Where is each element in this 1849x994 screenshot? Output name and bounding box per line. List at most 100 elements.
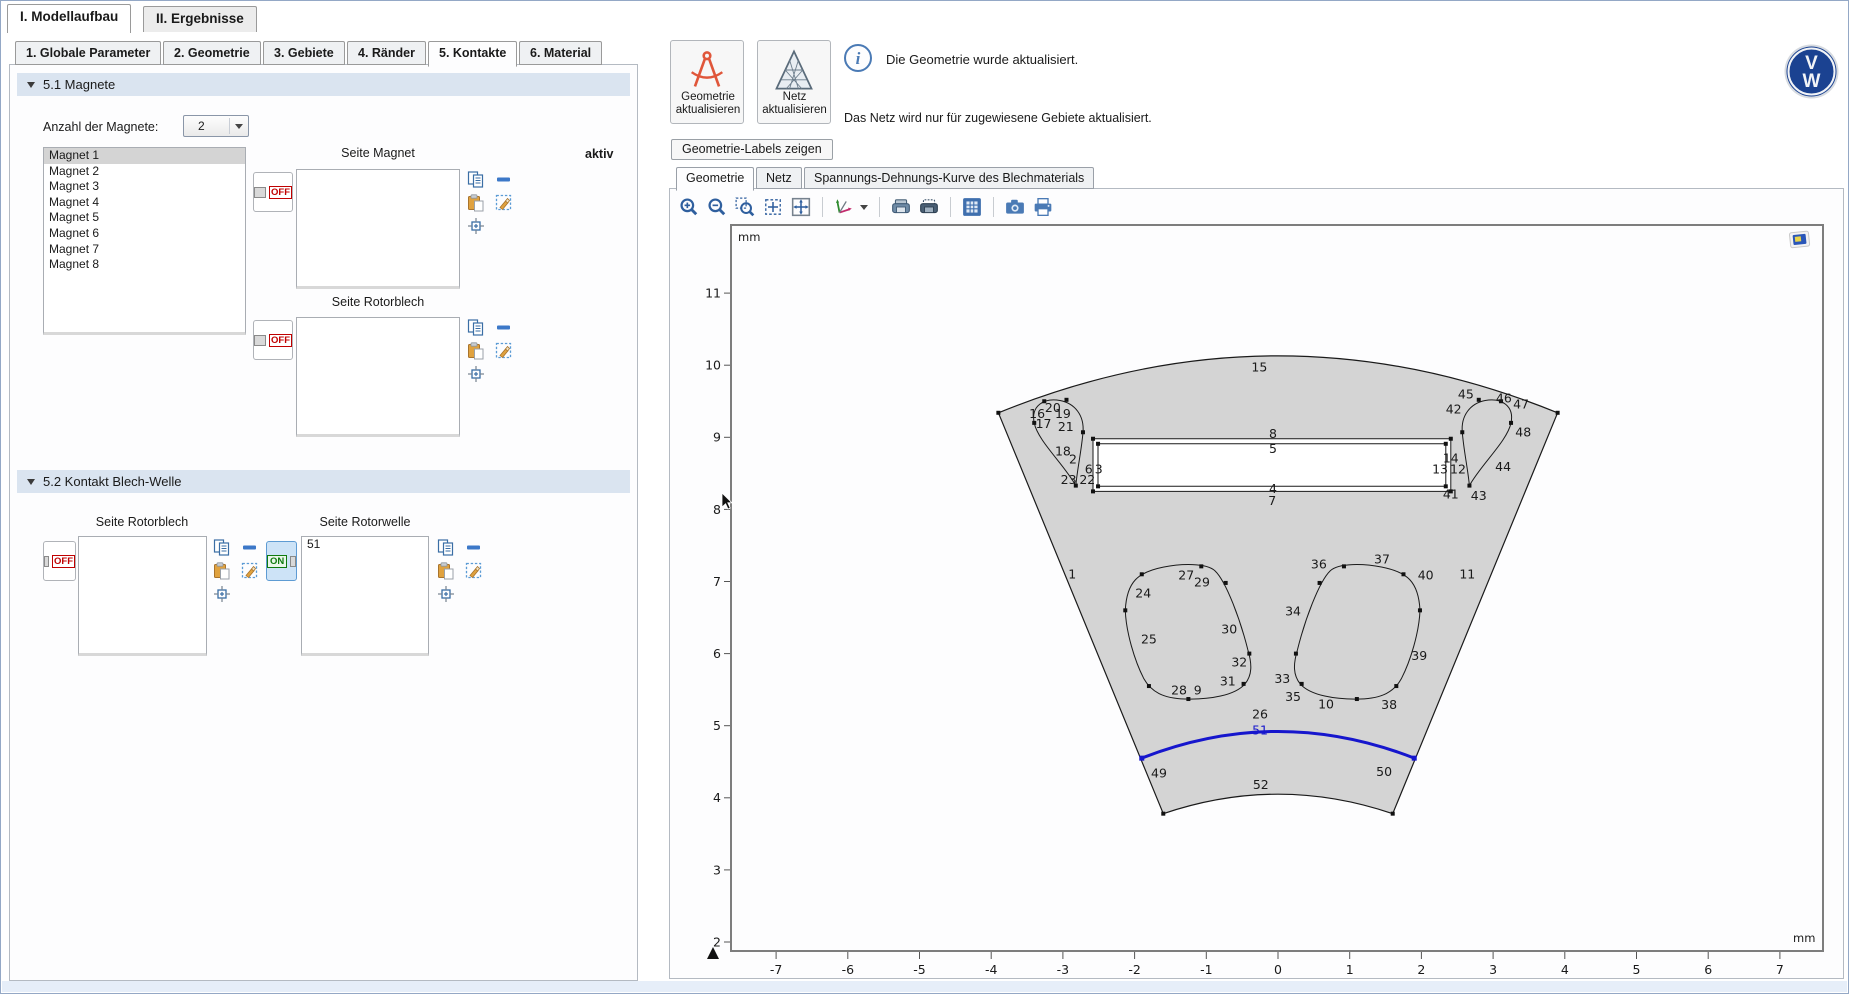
tab-3-gebiete[interactable]: 3. Gebiete — [263, 41, 345, 65]
svg-text:i: i — [856, 49, 861, 68]
magnet-list-item[interactable]: Magnet 4 — [44, 195, 245, 211]
zoom-to-selection-icon[interactable] — [467, 365, 485, 383]
zoom-to-selection-icon[interactable] — [467, 217, 485, 235]
toggle-seite-rotorblech[interactable]: OFF — [253, 320, 293, 360]
magnet-count-dropdown[interactable]: 2 — [183, 115, 249, 137]
axis-orientation-icon[interactable] — [834, 197, 854, 217]
paste-icon[interactable] — [213, 562, 231, 580]
remove-icon[interactable] — [465, 539, 483, 557]
edge-label-43: 43 — [1471, 488, 1487, 503]
remove-icon[interactable] — [241, 539, 259, 557]
tab-netz[interactable]: Netz — [756, 167, 802, 189]
x-tick-label: 2 — [1417, 962, 1425, 977]
zoom-extents-icon[interactable] — [763, 197, 783, 217]
edge-label-3: 3 — [1095, 461, 1103, 476]
vertex-dot — [1199, 564, 1203, 568]
copy-icon[interactable] — [467, 171, 485, 189]
tab-spannungs-dehnungs-kurve-des-blechmaterials[interactable]: Spannungs-Dehnungs-Kurve des Blechmateri… — [804, 167, 1094, 189]
clear-selection-icon[interactable] — [495, 194, 513, 212]
section-magnets-header[interactable]: 5.1 Magnete — [17, 73, 630, 96]
vertex-dot-highlight — [1412, 756, 1417, 761]
tab-modellaufbau[interactable]: I. Modellaufbau — [7, 4, 131, 33]
show-geometry-labels-button[interactable]: Geometrie-Labels zeigen — [671, 139, 833, 160]
tab-1-globale-parameter[interactable]: 1. Globale Parameter — [15, 41, 161, 65]
selection-box-seite-rotorblech[interactable] — [296, 317, 460, 437]
x-tick-label: 6 — [1704, 962, 1712, 977]
tab-4-ränder[interactable]: 4. Ränder — [347, 41, 426, 65]
axis-dropdown-caret-icon[interactable] — [860, 205, 868, 210]
magnet-list-item[interactable]: Magnet 6 — [44, 226, 245, 242]
y-tick-label: 8 — [713, 502, 721, 517]
magnet-list-item[interactable]: Magnet 7 — [44, 242, 245, 258]
magnet-list[interactable]: Magnet 1Magnet 2Magnet 3Magnet 4Magnet 5… — [43, 147, 246, 335]
magnet-list-item[interactable]: Magnet 2 — [44, 164, 245, 180]
magnet-list-item[interactable]: Magnet 5 — [44, 210, 245, 226]
vertex-dot — [1401, 572, 1405, 576]
section-contact-title: 5.2 Kontakt Blech-Welle — [43, 474, 182, 489]
edge-label-8: 8 — [1269, 426, 1277, 441]
tab-5-kontakte[interactable]: 5. Kontakte — [428, 41, 517, 67]
magnet-list-item[interactable]: Magnet 1 — [44, 148, 245, 164]
edge-label-22: 22 — [1079, 472, 1095, 487]
plot-grid-icon[interactable] — [962, 197, 982, 217]
mesh-note-message: Das Netz wird nur für zugewiesene Gebiet… — [844, 111, 1152, 125]
section-contact-header[interactable]: 5.2 Kontakt Blech-Welle — [17, 470, 630, 493]
fit-view-icon[interactable] — [791, 197, 811, 217]
edge-label-32: 32 — [1231, 655, 1247, 670]
print-icon[interactable] — [1033, 197, 1053, 217]
edge-label-38: 38 — [1381, 697, 1397, 712]
zoom-out-icon[interactable] — [707, 197, 727, 217]
toggle-state-label: OFF — [52, 555, 75, 568]
rotor-sector — [998, 356, 1557, 814]
section-magnets-title: 5.1 Magnete — [43, 77, 115, 92]
magnet-list-item[interactable]: Magnet 3 — [44, 179, 245, 195]
tab-ergebnisse[interactable]: II. Ergebnisse — [143, 6, 257, 32]
update-geometry-button[interactable]: Geometrie aktualisieren — [670, 40, 744, 124]
selection-box-contact-rotorwelle[interactable]: 51 — [301, 536, 429, 656]
copy-icon[interactable] — [213, 539, 231, 557]
y-tick-label: 5 — [713, 718, 721, 733]
vertex-dot — [1318, 581, 1322, 585]
zoom-to-selection-icon[interactable] — [437, 585, 455, 603]
paste-icon[interactable] — [467, 194, 485, 212]
copy-icon[interactable] — [437, 539, 455, 557]
remove-icon[interactable] — [495, 171, 513, 189]
vertex-dot — [1467, 484, 1471, 488]
selection-box-contact-rotorblech[interactable] — [78, 536, 207, 656]
remove-icon[interactable] — [495, 319, 513, 337]
edge-label-25: 25 — [1141, 632, 1157, 647]
copy-icon[interactable] — [467, 319, 485, 337]
tab-geometrie[interactable]: Geometrie — [676, 167, 754, 191]
update-mesh-button[interactable]: Netz aktualisieren — [757, 40, 831, 124]
geometry-plot-canvas[interactable]: 1234567891011121314151617181920212223242… — [696, 226, 1846, 988]
clear-selection-icon[interactable] — [465, 562, 483, 580]
magnet-list-item[interactable]: Magnet 8 — [44, 257, 245, 273]
vertex-dot — [1556, 411, 1560, 415]
toggle-slider-icon — [254, 187, 266, 198]
toggle-state-label: OFF — [269, 186, 292, 199]
image-snapshot-icon[interactable] — [891, 197, 911, 217]
tab-2-geometrie[interactable]: 2. Geometrie — [163, 41, 261, 65]
image-snapshot-settings-icon[interactable] — [919, 197, 939, 217]
zoom-in-icon[interactable] — [679, 197, 699, 217]
edge-label-28: 28 — [1171, 683, 1187, 698]
edge-label-24: 24 — [1135, 585, 1151, 600]
clear-selection-icon[interactable] — [241, 562, 259, 580]
paste-icon[interactable] — [467, 342, 485, 360]
update-mesh-caption: Netz aktualisieren — [758, 91, 831, 117]
toggle-contact-rotorblech[interactable]: OFF — [43, 541, 76, 581]
plot-window-icon[interactable] — [1788, 230, 1812, 250]
zoom-to-selection-icon[interactable] — [213, 585, 231, 603]
zoom-box-icon[interactable] — [735, 197, 755, 217]
camera-icon[interactable] — [1005, 197, 1025, 217]
paste-icon[interactable] — [437, 562, 455, 580]
edge-label-9: 9 — [1194, 683, 1202, 698]
selection-actions-seite-magnet — [467, 171, 515, 237]
toggle-seite-magnet[interactable]: OFF — [253, 172, 293, 212]
tab-6-material[interactable]: 6. Material — [519, 41, 602, 65]
toggle-contact-rotorwelle[interactable]: ON — [266, 541, 297, 581]
x-tick-label: 4 — [1561, 962, 1569, 977]
selected-edge-item[interactable]: 51 — [302, 537, 428, 553]
clear-selection-icon[interactable] — [495, 342, 513, 360]
selection-box-seite-magnet[interactable] — [296, 169, 460, 289]
